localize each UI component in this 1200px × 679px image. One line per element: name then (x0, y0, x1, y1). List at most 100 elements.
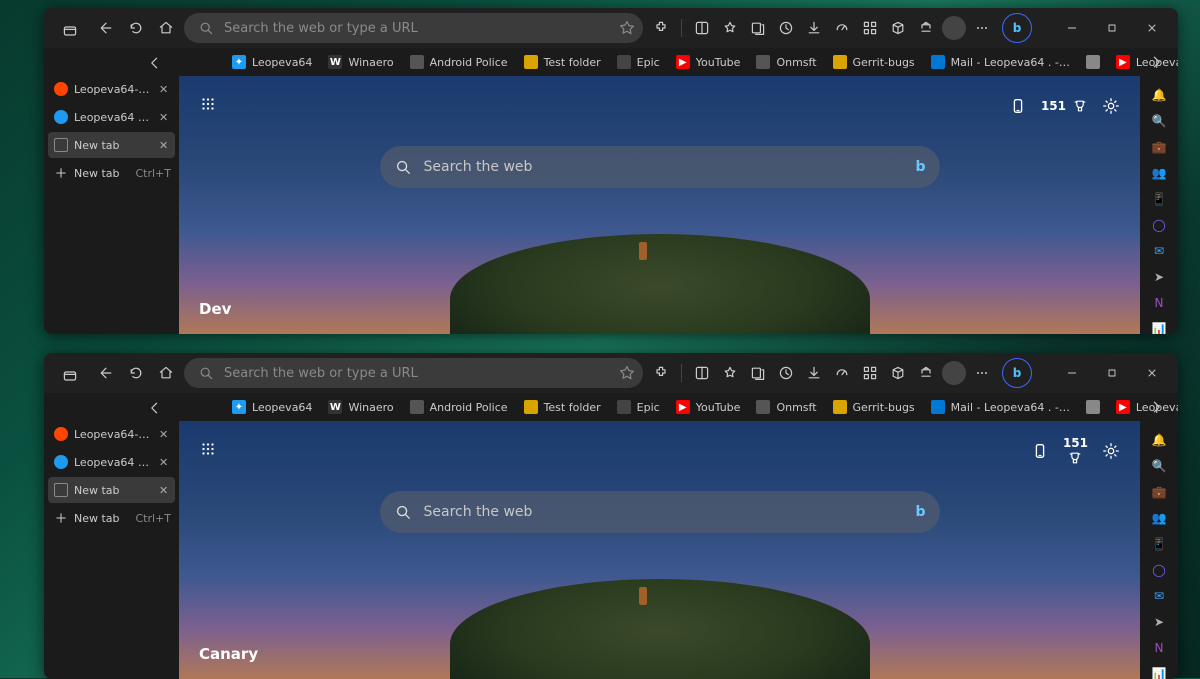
tab-item[interactable]: Leopeva64 (@Leop… ✕ (48, 104, 175, 130)
close-tab-button[interactable]: ✕ (159, 139, 171, 151)
minimize-button[interactable] (1052, 358, 1092, 388)
close-tab-button[interactable]: ✕ (159, 484, 171, 496)
briefcase-icon[interactable]: 💼 (1149, 485, 1169, 499)
bing-button[interactable]: b (1002, 13, 1032, 43)
tab-item[interactable]: New tab ✕ (48, 477, 175, 503)
apps-button[interactable] (858, 361, 882, 385)
office-icon[interactable]: ◯ (1149, 563, 1169, 577)
tab-item[interactable]: Leopeva64 (@Leop… ✕ (48, 449, 175, 475)
downloads-button[interactable] (802, 16, 826, 40)
bookmark-item[interactable]: Mail - Leopeva64 . -… (931, 55, 1070, 69)
profile-button[interactable] (942, 16, 966, 40)
onenote-icon[interactable]: N (1149, 641, 1169, 655)
history-button[interactable] (774, 16, 798, 40)
extensions-button[interactable] (649, 361, 673, 385)
bing-button[interactable]: b (1002, 358, 1032, 388)
star-icon[interactable] (619, 20, 635, 36)
bookmark-item[interactable]: Epic (617, 55, 660, 69)
ntp-search-input[interactable] (424, 159, 904, 175)
bookmark-item[interactable]: Gerrit-bugs (833, 55, 915, 69)
favorites-button[interactable] (718, 361, 742, 385)
bookmark-item[interactable]: WWinaero (328, 55, 393, 69)
bookmark-item[interactable]: Onmsft (756, 400, 816, 414)
office-icon[interactable]: ◯ (1149, 218, 1169, 232)
extensions-button[interactable] (649, 16, 673, 40)
phone-icon[interactable] (1031, 442, 1049, 460)
home-button[interactable] (154, 361, 178, 385)
collections-button[interactable] (746, 361, 770, 385)
apps-button[interactable] (858, 16, 882, 40)
bookmark-item[interactable]: Epic (617, 400, 660, 414)
bookmark-item[interactable]: Test folder (524, 400, 601, 414)
home-button[interactable] (154, 16, 178, 40)
collapse-tabs-button[interactable] (143, 396, 167, 420)
reload-button[interactable] (124, 361, 148, 385)
close-tab-button[interactable]: ✕ (159, 428, 171, 440)
bookmark-item[interactable]: Mail - Leopeva64 . -… (931, 400, 1070, 414)
ntp-searchbox[interactable]: b (380, 491, 940, 533)
send-icon[interactable]: ➤ (1149, 270, 1169, 284)
onenote-icon[interactable]: N (1149, 296, 1169, 310)
bookmark-item[interactable]: Android Police (410, 400, 508, 414)
omnibox[interactable] (184, 13, 643, 43)
people-icon[interactable]: 👥 (1149, 511, 1169, 525)
send-icon[interactable]: ➤ (1149, 615, 1169, 629)
briefcase-icon[interactable]: 💼 (1149, 140, 1169, 154)
rewards-display[interactable]: 151 (1063, 436, 1088, 466)
phone-icon[interactable]: 📱 (1149, 192, 1169, 206)
star-icon[interactable] (619, 365, 635, 381)
favorites-button[interactable] (718, 16, 742, 40)
outlook-icon[interactable]: ✉ (1149, 244, 1169, 258)
collapse-tabs-button[interactable] (143, 51, 167, 75)
address-input[interactable] (224, 366, 609, 381)
phone-icon[interactable]: 📱 (1149, 537, 1169, 551)
page-grid-button[interactable] (199, 440, 217, 462)
vertical-tabs-button[interactable] (58, 364, 82, 388)
history-button[interactable] (774, 361, 798, 385)
outlook-icon[interactable]: ✉ (1149, 589, 1169, 603)
bookmark-item[interactable]: Android Police (410, 55, 508, 69)
people-icon[interactable]: 👥 (1149, 166, 1169, 180)
new-tab-button[interactable]: New tab Ctrl+T (48, 505, 175, 531)
search-icon[interactable]: 🔍 (1149, 459, 1169, 473)
maximize-button[interactable] (1092, 358, 1132, 388)
bookmarks-overflow-button[interactable] (1144, 50, 1168, 74)
bookmark-item[interactable]: ✦Leopeva64 (232, 400, 312, 414)
phone-icon[interactable] (1009, 97, 1027, 115)
bookmark-item[interactable]: Gerrit-bugs (833, 400, 915, 414)
bars-icon[interactable]: 📊 (1149, 667, 1169, 679)
omnibox[interactable] (184, 358, 643, 388)
new-tab-button[interactable]: New tab Ctrl+T (48, 160, 175, 186)
back-button[interactable] (94, 361, 118, 385)
bars-icon[interactable]: 📊 (1149, 322, 1169, 334)
bookmarks-overflow-button[interactable] (1144, 395, 1168, 419)
performance-button[interactable] (830, 16, 854, 40)
bookmark-item[interactable] (1086, 55, 1100, 69)
settings-icon[interactable] (1102, 97, 1120, 115)
back-button[interactable] (94, 16, 118, 40)
tab-item[interactable]: New tab ✕ (48, 132, 175, 158)
vertical-tabs-button[interactable] (58, 19, 82, 43)
page-grid-button[interactable] (199, 95, 217, 117)
bookmark-item[interactable]: ▶YouTube (676, 400, 741, 414)
share-button[interactable] (914, 361, 938, 385)
close-tab-button[interactable]: ✕ (159, 111, 171, 123)
bell-icon[interactable]: 🔔 (1149, 433, 1169, 447)
close-button[interactable] (1132, 13, 1172, 43)
bookmark-item[interactable]: ✦Leopeva64 (232, 55, 312, 69)
math-solver-button[interactable] (886, 361, 910, 385)
downloads-button[interactable] (802, 361, 826, 385)
settings-icon[interactable] (1102, 442, 1120, 460)
ntp-search-input[interactable] (424, 504, 904, 520)
split-screen-button[interactable] (690, 16, 714, 40)
bookmark-item[interactable]: WWinaero (328, 400, 393, 414)
minimize-button[interactable] (1052, 13, 1092, 43)
bookmark-item[interactable] (1086, 400, 1100, 414)
bookmark-item[interactable]: ▶YouTube (676, 55, 741, 69)
profile-button[interactable] (942, 361, 966, 385)
split-screen-button[interactable] (690, 361, 714, 385)
close-tab-button[interactable]: ✕ (159, 83, 171, 95)
more-button[interactable] (970, 16, 994, 40)
performance-button[interactable] (830, 361, 854, 385)
share-button[interactable] (914, 16, 938, 40)
